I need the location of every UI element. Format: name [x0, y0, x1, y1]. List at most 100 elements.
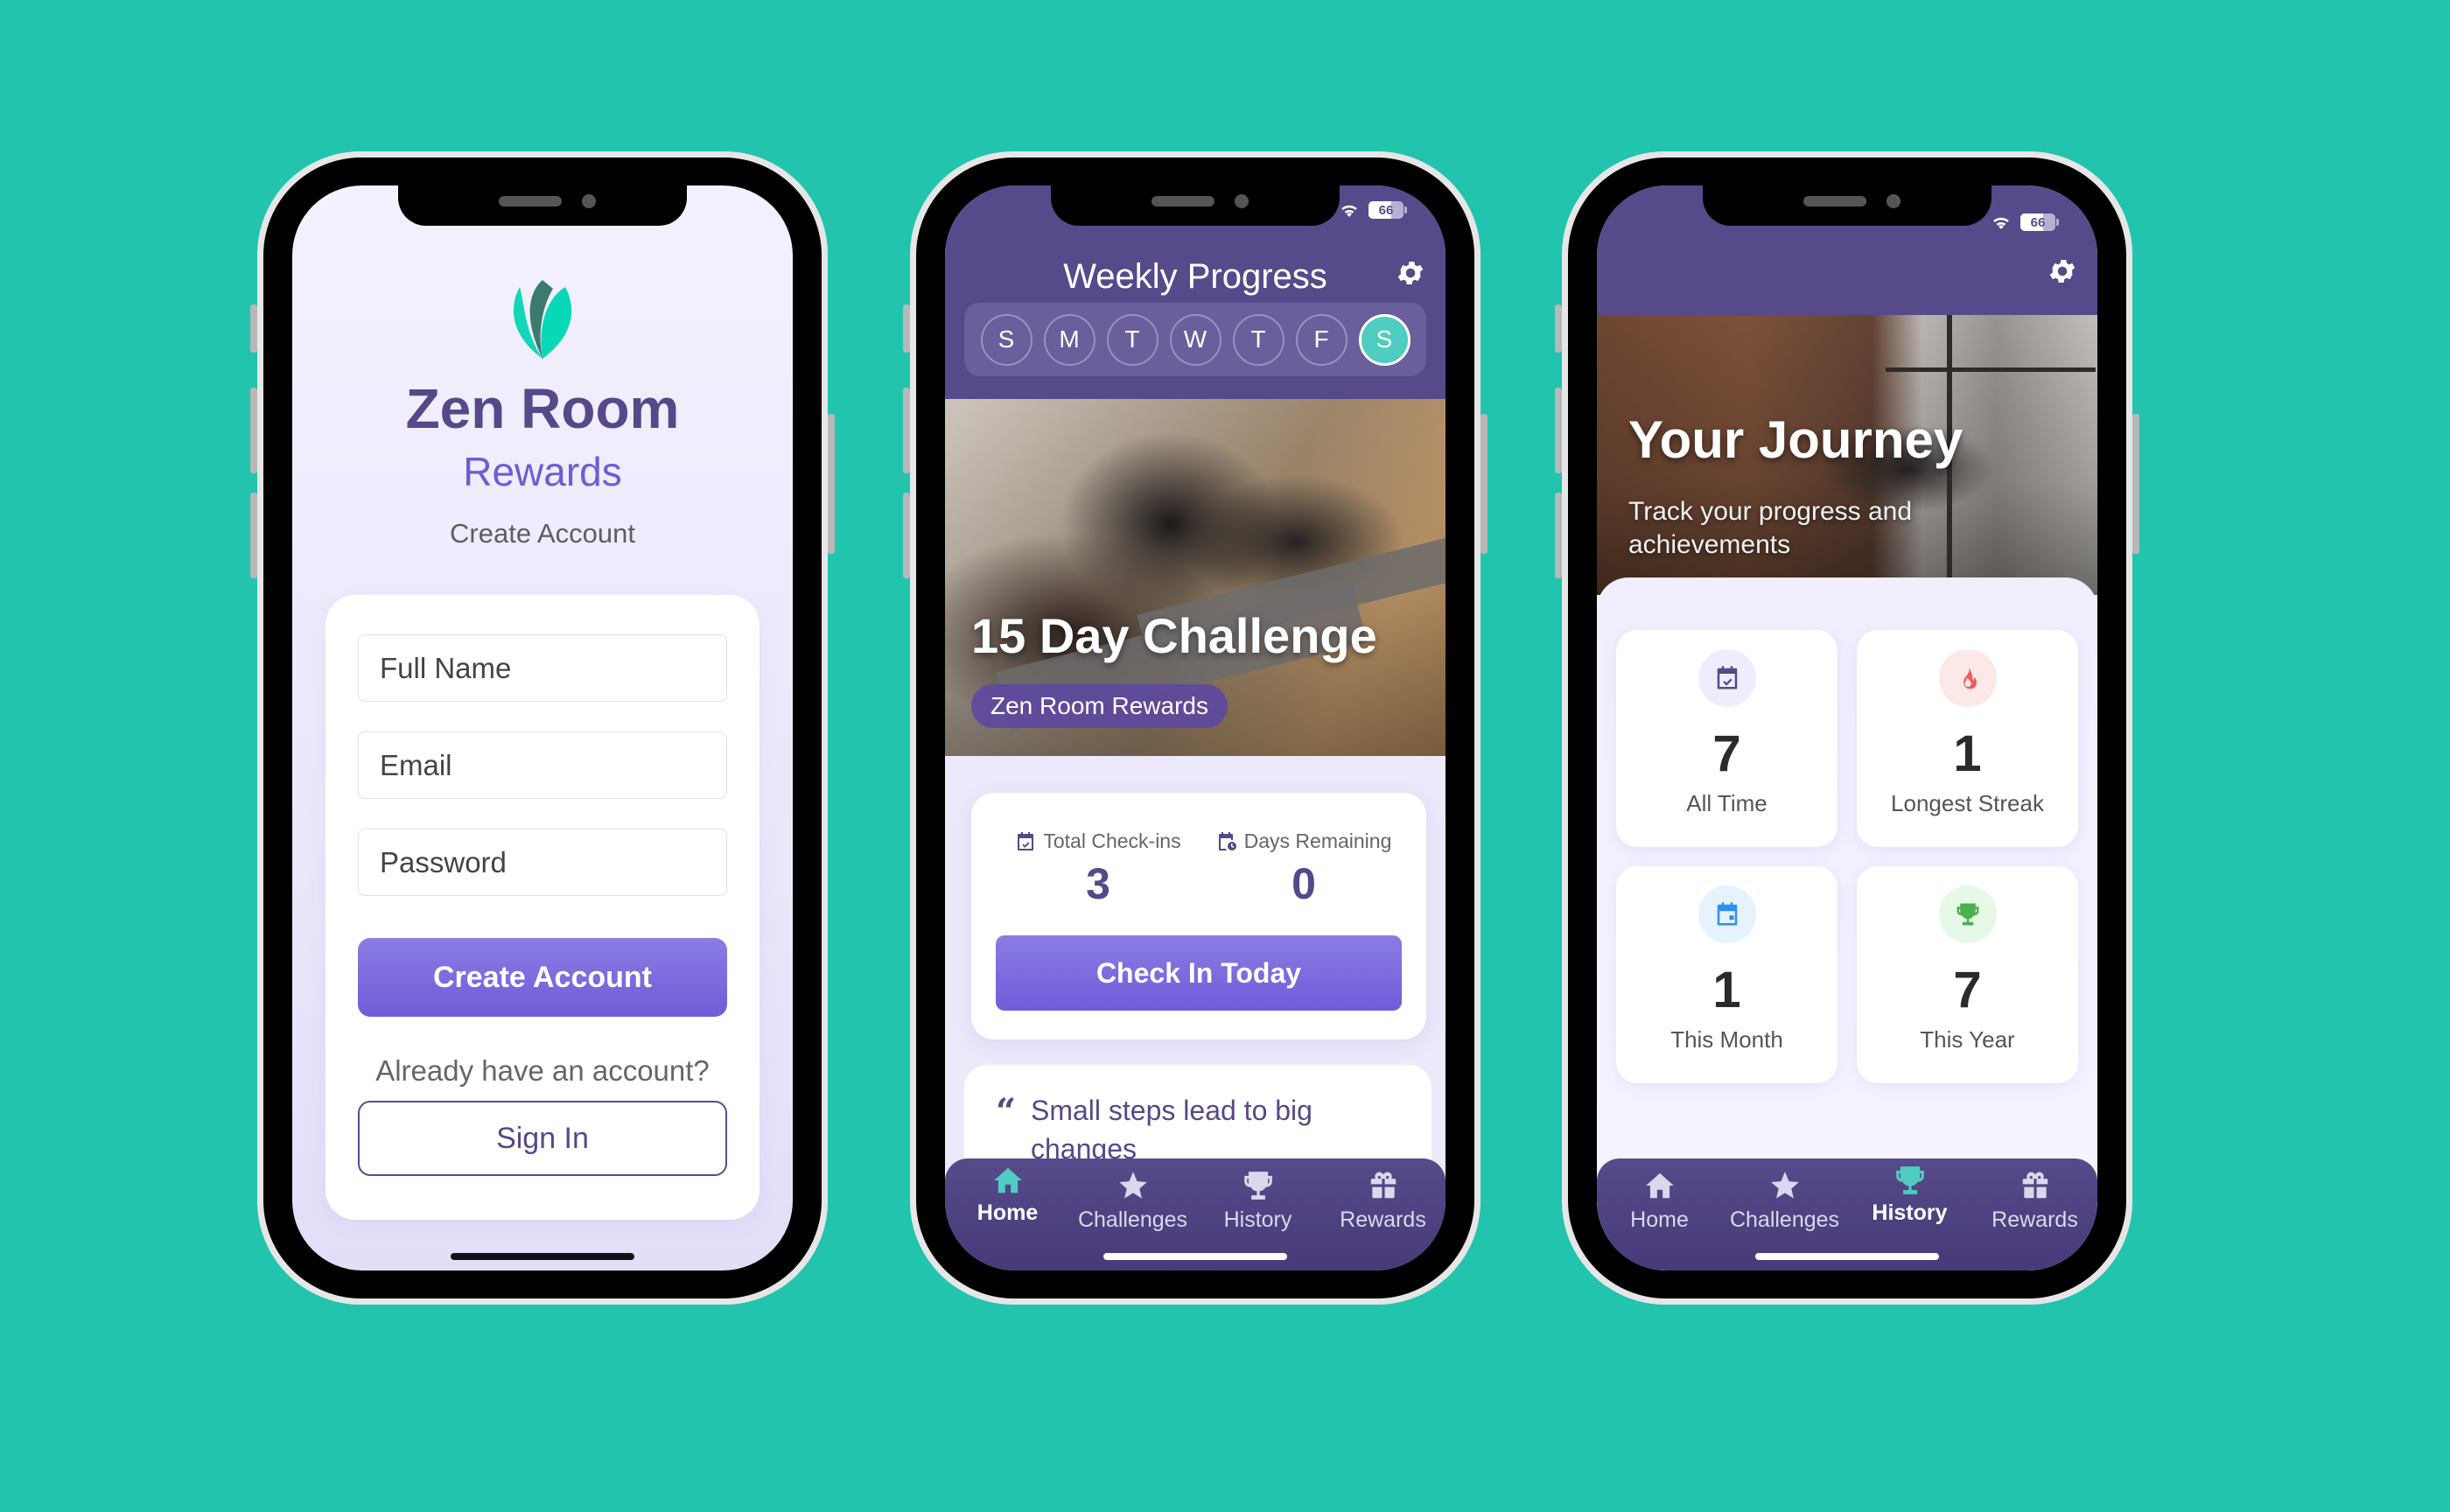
week-day-5[interactable]: F — [1295, 313, 1348, 366]
volume-up-button — [903, 388, 910, 473]
signup-screen: Zen Room Rewards Create Account Create A… — [292, 186, 793, 1270]
gift-icon — [1367, 1169, 1400, 1202]
trophy-icon — [1955, 901, 1981, 928]
metric-card: 7 This Year — [1857, 866, 2078, 1083]
tab-home[interactable]: Home — [1597, 1158, 1722, 1270]
week-day-4[interactable]: T — [1232, 313, 1284, 366]
tab-label: Challenges — [1729, 1208, 1840, 1232]
front-camera — [1235, 194, 1249, 208]
week-day-2[interactable]: T — [1106, 313, 1158, 366]
tab-label: Home — [1630, 1208, 1689, 1232]
battery-level: 66 — [2030, 214, 2046, 230]
week-day-6[interactable]: S — [1358, 313, 1410, 366]
wifi-icon — [1339, 200, 1360, 220]
signup-form-card: Create Account Already have an account? … — [326, 595, 760, 1220]
tab-rewards[interactable]: Rewards — [1320, 1158, 1446, 1270]
challenge-badge: Zen Room Rewards — [971, 684, 1228, 728]
phone-bezel: 66 Your Journey Track your progress and … — [1568, 158, 2126, 1298]
days-remaining-label: Days Remaining — [1243, 830, 1392, 852]
total-checkins-value: 3 — [1086, 859, 1110, 908]
status-bar: 66 — [1339, 200, 1407, 220]
gear-icon[interactable] — [2047, 256, 2078, 287]
page-title: Create Account — [450, 518, 635, 549]
create-account-button[interactable]: Create Account — [358, 938, 727, 1017]
week-day-0[interactable]: S — [980, 313, 1032, 366]
tab-label: Challenges — [1077, 1208, 1188, 1232]
history-screen: 66 Your Journey Track your progress and … — [1597, 186, 2097, 1270]
home-icon — [1643, 1169, 1676, 1202]
power-button — [1480, 414, 1488, 554]
metric-icon-badge — [1938, 886, 1997, 943]
password-field[interactable] — [358, 829, 727, 896]
power-button — [2132, 414, 2139, 554]
metric-value: 7 — [1953, 962, 1982, 1018]
metric-label: Longest Streak — [1891, 790, 2044, 816]
volume-up-button — [1555, 388, 1562, 473]
gift-icon — [2019, 1169, 2052, 1202]
metric-label: All Time — [1686, 790, 1768, 816]
sign-in-button[interactable]: Sign In — [358, 1101, 727, 1176]
metric-card: 1 This Month — [1616, 866, 1838, 1083]
tab-label: History — [1223, 1208, 1292, 1232]
fire-icon — [1955, 665, 1981, 691]
metric-card: 1 Longest Streak — [1857, 630, 2078, 847]
quote-icon: “ — [996, 1091, 1017, 1132]
battery-level: 66 — [1378, 202, 1394, 218]
check-in-today-button[interactable]: Check In Today — [996, 935, 1402, 1011]
phone-bezel: 66 Weekly Progress SMTWTFS 15 Day Challe… — [916, 158, 1474, 1298]
metric-value: 1 — [1953, 725, 1982, 782]
checkin-stats-card: Total Check-ins 3 Days Remaining 0 Check… — [971, 793, 1426, 1040]
mute-switch — [250, 304, 257, 353]
tab-label: Rewards — [1992, 1208, 2078, 1232]
week-day-1[interactable]: M — [1043, 313, 1096, 366]
metric-label: This Year — [1920, 1026, 2015, 1053]
power-button — [828, 414, 835, 554]
metric-icon-badge — [1938, 649, 1997, 707]
metric-value: 7 — [1712, 725, 1741, 782]
brand-subtitle: Rewards — [463, 449, 622, 494]
tab-label: Rewards — [1340, 1208, 1426, 1232]
wifi-icon — [1991, 212, 2012, 233]
volume-up-button — [250, 388, 257, 473]
lotus-leaf-icon — [513, 280, 572, 359]
email-field[interactable] — [358, 732, 727, 799]
challenge-title: 15 Day Challenge — [971, 608, 1377, 663]
already-have-account-text: Already have an account? — [375, 1054, 710, 1087]
calendar-clock-icon — [1216, 830, 1237, 853]
tab-label: History — [1872, 1200, 1948, 1225]
full-name-field[interactable] — [358, 634, 727, 702]
days-remaining-stat: Days Remaining 0 — [1208, 830, 1400, 909]
tab-rewards[interactable]: Rewards — [1972, 1158, 2097, 1270]
trophy-icon — [1242, 1169, 1275, 1202]
battery-indicator: 66 — [2020, 214, 2055, 231]
metric-icon-badge — [1698, 649, 1756, 707]
home-indicator[interactable] — [1755, 1253, 1939, 1260]
phone-home: 66 Weekly Progress SMTWTFS 15 Day Challe… — [903, 151, 1488, 1305]
calendar-day-icon — [1714, 901, 1740, 928]
notch — [1051, 186, 1340, 226]
week-day-3[interactable]: W — [1169, 313, 1222, 366]
gear-icon[interactable] — [1395, 257, 1426, 289]
challenge-hero[interactable]: 15 Day Challenge Zen Room Rewards — [945, 399, 1446, 756]
calendar-check-icon — [1015, 830, 1036, 853]
status-bar: 66 — [1991, 212, 2059, 233]
metric-value: 1 — [1712, 962, 1741, 1018]
tab-home[interactable]: Home — [945, 1158, 1070, 1270]
total-checkins-label: Total Check-ins — [1043, 830, 1181, 852]
quote-text: Small steps lead to big changes — [1031, 1095, 1312, 1165]
front-camera — [1886, 194, 1900, 208]
journey-hero: Your Journey Track your progress and ach… — [1597, 315, 2097, 595]
home-indicator[interactable] — [451, 1253, 634, 1260]
journey-title: Your Journey — [1628, 410, 1964, 469]
battery-tip — [1404, 206, 1407, 214]
journey-subtitle: Track your progress and achievements — [1628, 497, 1913, 559]
home-indicator[interactable] — [1103, 1253, 1287, 1260]
metric-label: This Month — [1670, 1026, 1783, 1053]
phone-history: 66 Your Journey Track your progress and … — [1555, 151, 2139, 1305]
star-icon — [1116, 1169, 1150, 1202]
speaker — [499, 196, 562, 206]
volume-down-button — [903, 493, 910, 578]
page-title: Weekly Progress — [1063, 257, 1327, 296]
metric-icon-badge — [1698, 886, 1756, 943]
battery-indicator: 66 — [1368, 201, 1404, 219]
